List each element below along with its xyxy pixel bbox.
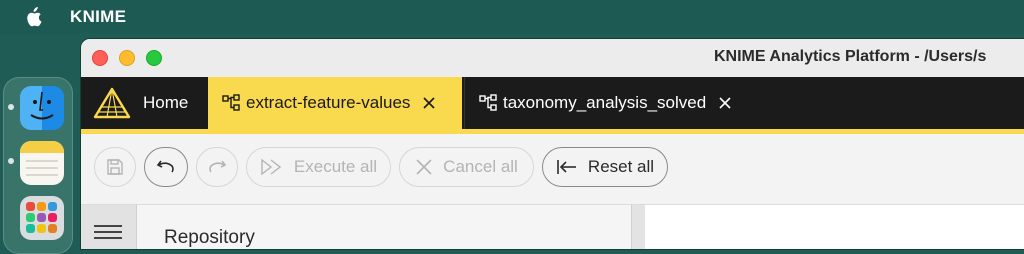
notes-icon[interactable] xyxy=(20,141,64,185)
workflow-icon xyxy=(222,94,240,112)
tab-home[interactable]: Home xyxy=(81,77,208,129)
finder-icon[interactable] xyxy=(20,86,64,130)
apple-icon[interactable] xyxy=(24,6,42,27)
workflow-icon xyxy=(479,94,497,112)
tab-label: extract-feature-values xyxy=(246,93,411,112)
save-button[interactable] xyxy=(94,147,136,187)
repository-panel: Repository xyxy=(137,205,631,249)
cancel-all-label: Cancel all xyxy=(443,157,518,176)
zoom-window-button[interactable] xyxy=(146,50,162,66)
macos-menu-bar: KNIME xyxy=(0,0,1024,33)
save-icon xyxy=(107,159,123,175)
cancel-all-button[interactable]: Cancel all xyxy=(399,147,534,187)
close-window-button[interactable] xyxy=(92,50,108,66)
execute-all-label: Execute all xyxy=(293,157,378,176)
reset-all-button[interactable]: Reset all xyxy=(542,147,668,187)
knime-window: KNIME Analytics Platform - /Users/s Home… xyxy=(80,38,1024,250)
side-navigation xyxy=(81,205,137,249)
workflow-canvas[interactable] xyxy=(645,205,1024,249)
undo-icon xyxy=(156,160,174,173)
close-icon[interactable] xyxy=(718,96,732,110)
launchpad-icon[interactable] xyxy=(20,196,64,240)
cancel-icon xyxy=(416,159,432,175)
reset-icon xyxy=(557,160,576,174)
panel-divider[interactable] xyxy=(631,205,646,249)
tab-bar: Home extract-feature-values taxonomy_ana… xyxy=(81,77,1024,129)
workflow-toolbar: Execute all Cancel all Reset all xyxy=(81,134,1024,205)
redo-icon xyxy=(209,160,227,173)
tab-label: taxonomy_analysis_solved xyxy=(503,93,707,112)
window-title: KNIME Analytics Platform - /Users/s xyxy=(714,48,987,65)
close-icon[interactable] xyxy=(422,96,436,110)
reset-all-label: Reset all xyxy=(587,157,655,176)
tab-taxonomy-analysis-solved[interactable]: taxonomy_analysis_solved xyxy=(464,77,757,129)
undo-button[interactable] xyxy=(144,147,188,187)
menu-icon[interactable] xyxy=(94,225,122,243)
dock xyxy=(3,77,73,254)
minimize-window-button[interactable] xyxy=(119,50,135,66)
window-titlebar: KNIME Analytics Platform - /Users/s xyxy=(81,39,1024,77)
running-indicator xyxy=(8,104,14,110)
execute-all-button[interactable]: Execute all xyxy=(246,147,391,187)
tab-extract-feature-values[interactable]: extract-feature-values xyxy=(208,77,462,129)
redo-button[interactable] xyxy=(196,147,238,187)
knime-logo-icon xyxy=(93,87,131,119)
execute-all-icon xyxy=(261,158,282,176)
running-indicator xyxy=(8,158,14,164)
menu-app-name[interactable]: KNIME xyxy=(70,7,126,27)
repository-title: Repository xyxy=(164,227,255,248)
tab-home-label: Home xyxy=(143,93,189,112)
